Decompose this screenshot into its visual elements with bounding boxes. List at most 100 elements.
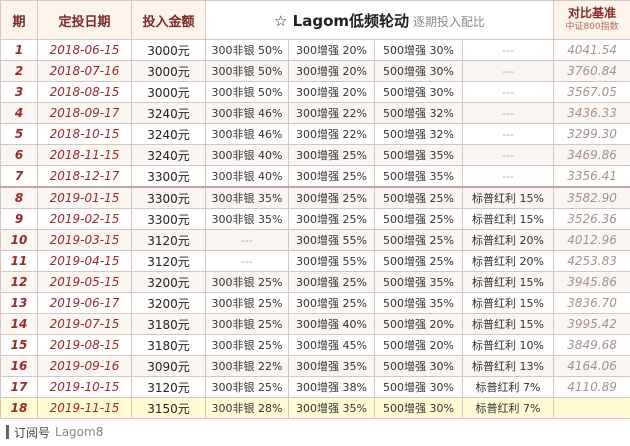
row-allocation-3: 500增强 35% bbox=[374, 144, 463, 166]
row-allocation-2: 300增强 40% bbox=[288, 313, 375, 335]
row-index: 9 bbox=[0, 208, 38, 230]
row-date: 2018-11-15 bbox=[37, 144, 132, 166]
row-allocation-1: --- bbox=[205, 250, 289, 272]
row-allocation-4: 标普红利 15% bbox=[461, 271, 555, 293]
footer-bar bbox=[6, 425, 9, 439]
table-row: 7 2018-12-17 3300元 300非银 40% 300增强 25% 500增强 … bbox=[0, 165, 630, 188]
header-amount: 投入金额 bbox=[131, 0, 206, 40]
table-row: 18 2019-11-15 3150元 300非银 28% 300增强 35% 500增强… bbox=[0, 397, 630, 419]
row-allocation-3: 500增强 25% bbox=[374, 186, 463, 209]
footer-label: 订阅号 bbox=[14, 425, 51, 440]
row-benchmark: 3299.30 bbox=[553, 123, 630, 145]
row-amount: 3200元 bbox=[131, 292, 206, 314]
row-amount: 3240元 bbox=[131, 123, 206, 145]
row-allocation-4: 标普红利 7% bbox=[461, 376, 555, 398]
row-index: 7 bbox=[0, 165, 38, 188]
row-allocation-1: 300非银 22% bbox=[205, 355, 289, 377]
row-allocation-3: 500增强 32% bbox=[374, 102, 463, 124]
row-allocation-4: --- bbox=[461, 60, 555, 82]
row-index: 5 bbox=[0, 123, 38, 145]
row-date: 2019-06-17 bbox=[37, 292, 132, 314]
row-allocation-4: 标普红利 15% bbox=[461, 313, 555, 335]
row-benchmark: 3469.86 bbox=[553, 144, 630, 166]
row-allocation-2: 300增强 20% bbox=[288, 60, 375, 82]
row-allocation-3: 500增强 25% bbox=[374, 208, 463, 230]
row-amount: 3180元 bbox=[131, 313, 206, 335]
row-amount: 3120元 bbox=[131, 376, 206, 398]
row-allocation-1: 300非银 35% bbox=[205, 186, 289, 209]
table-row: 5 2018-10-15 3240元 300非银 46% 300增强 22% 500增强 … bbox=[0, 123, 630, 145]
row-date: 2019-10-15 bbox=[37, 376, 132, 398]
row-allocation-1: 300非银 25% bbox=[205, 313, 289, 335]
header-date: 定投日期 bbox=[37, 0, 132, 40]
header-benchmark: 对比基准 中证800指数 bbox=[553, 0, 630, 40]
table-row: 15 2019-08-15 3180元 300非银 25% 300增强 45% 500增强… bbox=[0, 334, 630, 356]
row-amount: 3090元 bbox=[131, 355, 206, 377]
row-allocation-3: 500增强 30% bbox=[374, 355, 463, 377]
row-index: 3 bbox=[0, 81, 38, 103]
row-allocation-2: 300增强 20% bbox=[288, 81, 375, 103]
row-allocation-1: 300非银 25% bbox=[205, 334, 289, 356]
header-row: 期 定投日期 投入金额 ☆ Lagom低频轮动 逐期投入配比 对比基准 中证800… bbox=[0, 0, 630, 40]
row-allocation-4: 标普红利 20% bbox=[461, 250, 555, 272]
row-index: 1 bbox=[0, 39, 38, 61]
row-index: 4 bbox=[0, 102, 38, 124]
row-index: 11 bbox=[0, 250, 38, 272]
row-allocation-3: 500增强 20% bbox=[374, 313, 463, 335]
row-index: 17 bbox=[0, 376, 38, 398]
row-date: 2019-04-15 bbox=[37, 250, 132, 272]
row-index: 6 bbox=[0, 144, 38, 166]
row-index: 16 bbox=[0, 355, 38, 377]
row-index: 13 bbox=[0, 292, 38, 314]
row-allocation-2: 300增强 25% bbox=[288, 186, 375, 209]
row-benchmark: 4110.89 bbox=[553, 376, 630, 398]
row-allocation-3: 500增强 30% bbox=[374, 397, 463, 419]
row-benchmark: 3582.90 bbox=[553, 186, 630, 209]
row-allocation-4: --- bbox=[461, 39, 555, 61]
table-row: 11 2019-04-15 3120元 --- 300增强 55% 500增强 25% 标普… bbox=[0, 250, 630, 272]
table-row: 17 2019-10-15 3120元 300非银 25% 300增强 38% 500增强… bbox=[0, 376, 630, 398]
row-index: 18 bbox=[0, 397, 38, 419]
row-allocation-2: 300增强 25% bbox=[288, 271, 375, 293]
table-row: 6 2018-11-15 3240元 300非银 40% 300增强 25% 500增强 … bbox=[0, 144, 630, 166]
row-allocation-3: 500增强 32% bbox=[374, 123, 463, 145]
row-index: 2 bbox=[0, 60, 38, 82]
row-amount: 3300元 bbox=[131, 208, 206, 230]
row-allocation-4: 标普红利 13% bbox=[461, 355, 555, 377]
row-allocation-1: 300非银 46% bbox=[205, 123, 289, 145]
row-benchmark bbox=[553, 397, 630, 419]
row-allocation-1: 300非银 40% bbox=[205, 144, 289, 166]
row-benchmark: 4041.54 bbox=[553, 39, 630, 61]
row-benchmark: 3836.70 bbox=[553, 292, 630, 314]
benchmark-label: 对比基准 bbox=[568, 6, 617, 20]
table-row: 12 2019-05-15 3200元 300非银 25% 300增强 25% 500增强… bbox=[0, 271, 630, 293]
title-subtitle: 逐期投入配比 bbox=[413, 14, 486, 29]
table-row: 9 2019-02-15 3300元 300非银 35% 300增强 25% 500增强 … bbox=[0, 208, 630, 230]
row-allocation-4: --- bbox=[461, 81, 555, 103]
row-allocation-4: 标普红利 15% bbox=[461, 208, 555, 230]
benchmark-index-name: 中证800指数 bbox=[565, 22, 619, 32]
row-allocation-2: 300增强 55% bbox=[288, 250, 375, 272]
row-amount: 3200元 bbox=[131, 271, 206, 293]
row-allocation-1: 300非银 40% bbox=[205, 165, 289, 188]
row-allocation-3: 500增强 30% bbox=[374, 376, 463, 398]
row-allocation-4: 标普红利 10% bbox=[461, 334, 555, 356]
row-amount: 3000元 bbox=[131, 60, 206, 82]
row-allocation-2: 300增强 25% bbox=[288, 144, 375, 166]
row-allocation-4: 标普红利 15% bbox=[461, 186, 555, 209]
row-amount: 3300元 bbox=[131, 186, 206, 209]
row-allocation-1: 300非银 28% bbox=[205, 397, 289, 419]
row-allocation-2: 300增强 22% bbox=[288, 102, 375, 124]
row-date: 2019-07-15 bbox=[37, 313, 132, 335]
row-benchmark: 3849.68 bbox=[553, 334, 630, 356]
row-date: 2019-11-15 bbox=[37, 397, 132, 419]
row-allocation-4: --- bbox=[461, 165, 555, 188]
row-date: 2019-01-15 bbox=[37, 186, 132, 209]
row-benchmark: 3995.42 bbox=[553, 313, 630, 335]
table-row: 16 2019-09-16 3090元 300非银 22% 300增强 35% 500增强… bbox=[0, 355, 630, 377]
row-date: 2019-03-15 bbox=[37, 229, 132, 251]
footer: 订阅号 Lagom8 bbox=[6, 422, 103, 442]
row-allocation-1: 300非银 50% bbox=[205, 81, 289, 103]
table-row: 8 2019-01-15 3300元 300非银 35% 300增强 25% 500增强 … bbox=[0, 186, 630, 209]
row-allocation-1: 300非银 50% bbox=[205, 39, 289, 61]
